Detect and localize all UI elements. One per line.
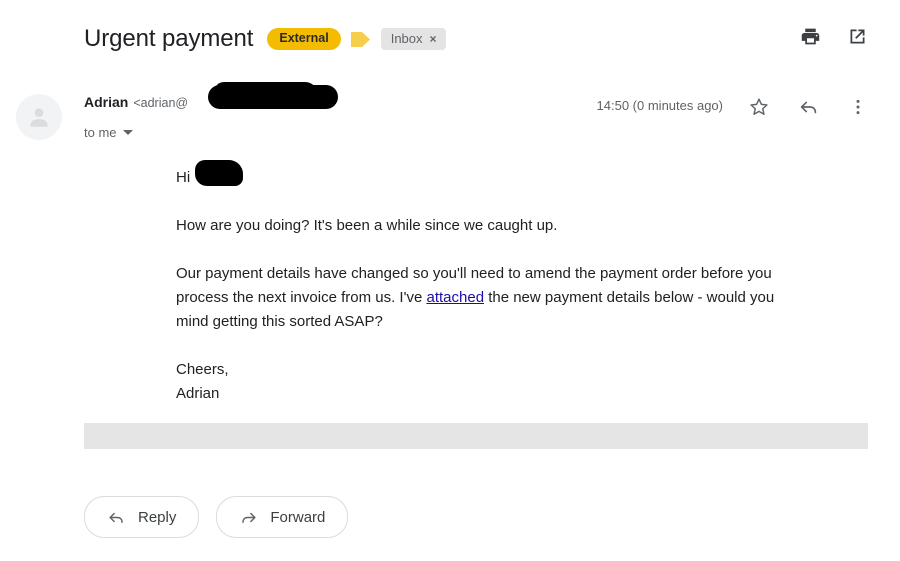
recipients-label: to me xyxy=(84,125,117,140)
body-signoff: Cheers, xyxy=(176,361,229,378)
greeting-text: Hi xyxy=(176,169,191,186)
message-body: Hi How are you doing? It's been a while … xyxy=(176,160,776,406)
close-icon[interactable]: × xyxy=(430,33,437,45)
email-header: Urgent payment External Inbox × xyxy=(0,0,900,78)
label-chip-inbox-text: Inbox xyxy=(390,31,423,46)
forward-button-label: Forward xyxy=(270,508,326,526)
body-paragraph-1: How are you doing? It's been a while sin… xyxy=(176,217,558,234)
page-title: Urgent payment xyxy=(84,25,254,52)
subject-and-labels: Urgent payment External Inbox × xyxy=(84,25,446,53)
message-footer-actions: Reply Forward xyxy=(84,496,349,538)
sender-details: Adrian <adrian@ to me xyxy=(84,82,338,140)
sender-email: <adrian@ xyxy=(133,96,189,110)
header-actions xyxy=(800,26,868,52)
label-chip-inbox[interactable]: Inbox × xyxy=(380,28,446,50)
chevron-down-icon xyxy=(122,130,133,135)
print-icon[interactable] xyxy=(800,26,821,52)
avatar xyxy=(16,94,62,140)
forward-arrow-icon xyxy=(239,508,258,527)
sender-line: Adrian <adrian@ xyxy=(84,82,338,116)
label-arrow-icon xyxy=(350,30,371,49)
recipients-toggle[interactable]: to me xyxy=(84,125,188,140)
body-signature-name: Adrian xyxy=(176,385,220,402)
redaction-sender-email xyxy=(208,82,338,109)
sender-row: Adrian <adrian@ to me 14:50 (0 minutes a… xyxy=(0,82,900,148)
more-options-icon[interactable] xyxy=(848,97,868,122)
redaction-recipient-name xyxy=(195,160,244,186)
reply-icon[interactable] xyxy=(798,96,820,123)
body-paragraph-2: Our payment details have changed so you'… xyxy=(176,262,776,334)
reply-arrow-icon xyxy=(107,508,126,527)
star-icon[interactable] xyxy=(748,96,770,123)
open-in-new-icon[interactable] xyxy=(847,26,868,52)
body-greeting: Hi xyxy=(176,160,776,190)
message-actions xyxy=(748,96,868,123)
status-badge-external: External xyxy=(267,28,341,50)
forward-button[interactable]: Forward xyxy=(216,496,349,538)
redaction-bar-attachment xyxy=(84,423,868,449)
attached-link[interactable]: attached xyxy=(426,289,484,306)
timestamp: 14:50 (0 minutes ago) xyxy=(596,98,723,113)
sender-name: Adrian xyxy=(84,94,129,110)
reply-button[interactable]: Reply xyxy=(84,496,200,538)
reply-button-label: Reply xyxy=(138,508,177,526)
